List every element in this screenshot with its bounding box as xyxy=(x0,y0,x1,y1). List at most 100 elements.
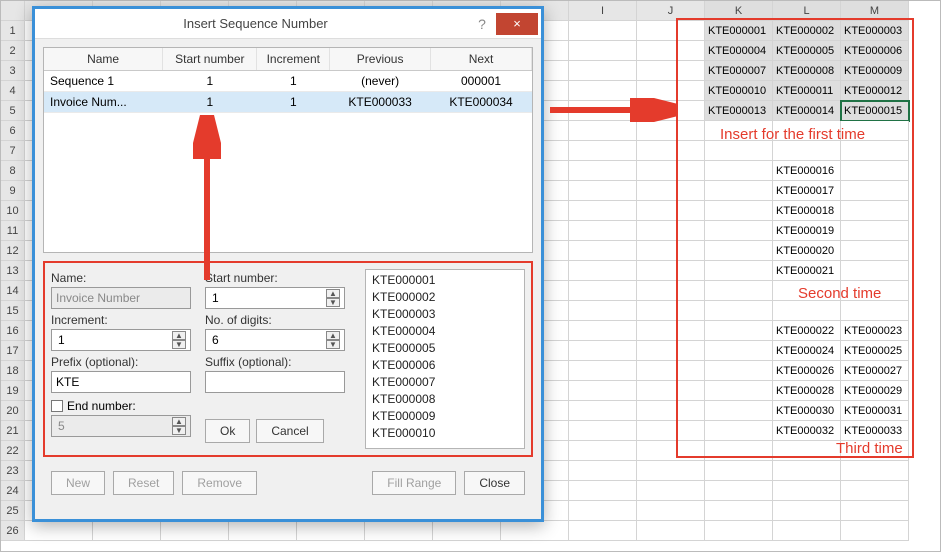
grid-cell[interactable]: KTE000027 xyxy=(841,361,909,381)
grid-cell[interactable] xyxy=(705,161,773,181)
grid-cell[interactable] xyxy=(773,121,841,141)
grid-cell[interactable]: KTE000018 xyxy=(773,201,841,221)
cancel-button[interactable]: Cancel xyxy=(256,419,323,443)
grid-cell[interactable]: KTE000011 xyxy=(773,81,841,101)
chevron-up-icon[interactable]: ▲ xyxy=(326,331,340,340)
grid-cell[interactable] xyxy=(569,161,637,181)
grid-cell[interactable] xyxy=(637,281,705,301)
new-button[interactable]: New xyxy=(51,471,105,495)
grid-cell[interactable] xyxy=(569,201,637,221)
grid-cell[interactable] xyxy=(297,521,365,541)
grid-cell[interactable] xyxy=(569,21,637,41)
grid-cell[interactable] xyxy=(637,201,705,221)
grid-cell[interactable] xyxy=(637,441,705,461)
row-header[interactable]: 21 xyxy=(1,421,25,441)
prefix-field[interactable] xyxy=(51,371,191,393)
name-field[interactable] xyxy=(51,287,191,309)
grid-cell[interactable] xyxy=(773,461,841,481)
grid-cell[interactable]: KTE000014 xyxy=(773,101,841,121)
grid-cell[interactable] xyxy=(637,141,705,161)
column-header[interactable]: Name xyxy=(44,48,163,71)
grid-cell[interactable]: KTE000017 xyxy=(773,181,841,201)
grid-cell[interactable] xyxy=(637,261,705,281)
grid-cell[interactable] xyxy=(569,361,637,381)
grid-cell[interactable] xyxy=(841,161,909,181)
grid-cell[interactable] xyxy=(25,521,93,541)
grid-cell[interactable] xyxy=(637,161,705,181)
row-header[interactable]: 18 xyxy=(1,361,25,381)
grid-cell[interactable] xyxy=(705,241,773,261)
chevron-down-icon[interactable]: ▼ xyxy=(172,340,186,349)
column-header[interactable]: Start number xyxy=(163,48,257,71)
suffix-field[interactable] xyxy=(205,371,345,393)
grid-cell[interactable] xyxy=(841,221,909,241)
row-header[interactable]: 11 xyxy=(1,221,25,241)
grid-cell[interactable] xyxy=(637,181,705,201)
row-header[interactable]: 9 xyxy=(1,181,25,201)
row-header[interactable]: 14 xyxy=(1,281,25,301)
start-number-stepper[interactable]: ▲▼ xyxy=(205,287,345,309)
grid-cell[interactable] xyxy=(569,141,637,161)
grid-cell[interactable] xyxy=(841,141,909,161)
grid-cell[interactable] xyxy=(637,461,705,481)
grid-cell[interactable] xyxy=(637,421,705,441)
grid-cell[interactable] xyxy=(841,481,909,501)
grid-cell[interactable]: KTE000010 xyxy=(705,81,773,101)
grid-cell[interactable] xyxy=(569,101,637,121)
grid-cell[interactable]: KTE000006 xyxy=(841,41,909,61)
column-header[interactable]: I xyxy=(569,1,637,21)
chevron-down-icon[interactable]: ▼ xyxy=(326,298,340,307)
grid-cell[interactable] xyxy=(705,301,773,321)
grid-cell[interactable] xyxy=(773,441,841,461)
grid-cell[interactable] xyxy=(705,121,773,141)
row-header[interactable]: 4 xyxy=(1,81,25,101)
grid-cell[interactable] xyxy=(93,521,161,541)
grid-cell[interactable] xyxy=(637,521,705,541)
row-header[interactable]: 2 xyxy=(1,41,25,61)
row-header[interactable]: 23 xyxy=(1,461,25,481)
grid-cell[interactable] xyxy=(569,121,637,141)
grid-cell[interactable] xyxy=(569,281,637,301)
grid-cell[interactable]: KTE000033 xyxy=(841,421,909,441)
grid-cell[interactable] xyxy=(637,401,705,421)
grid-cell[interactable] xyxy=(637,341,705,361)
grid-cell[interactable] xyxy=(773,141,841,161)
grid-cell[interactable] xyxy=(705,181,773,201)
grid-cell[interactable] xyxy=(705,401,773,421)
grid-cell[interactable] xyxy=(569,321,637,341)
grid-cell[interactable] xyxy=(705,281,773,301)
grid-cell[interactable] xyxy=(705,521,773,541)
row-header[interactable]: 12 xyxy=(1,241,25,261)
grid-cell[interactable]: KTE000024 xyxy=(773,341,841,361)
grid-cell[interactable] xyxy=(773,281,841,301)
grid-cell[interactable] xyxy=(637,21,705,41)
grid-cell[interactable]: KTE000015 xyxy=(841,101,909,121)
row-header[interactable]: 16 xyxy=(1,321,25,341)
table-row[interactable]: Sequence 111(never)000001 xyxy=(44,71,532,92)
grid-cell[interactable] xyxy=(841,301,909,321)
grid-cell[interactable]: KTE000016 xyxy=(773,161,841,181)
grid-cell[interactable]: KTE000026 xyxy=(773,361,841,381)
column-header[interactable]: K xyxy=(705,1,773,21)
grid-cell[interactable] xyxy=(841,461,909,481)
row-header[interactable]: 3 xyxy=(1,61,25,81)
row-header[interactable]: 13 xyxy=(1,261,25,281)
grid-cell[interactable]: KTE000021 xyxy=(773,261,841,281)
grid-cell[interactable] xyxy=(637,241,705,261)
remove-button[interactable]: Remove xyxy=(182,471,257,495)
row-header[interactable]: 10 xyxy=(1,201,25,221)
grid-cell[interactable] xyxy=(229,521,297,541)
grid-cell[interactable] xyxy=(569,461,637,481)
increment-stepper[interactable]: ▲▼ xyxy=(51,329,191,351)
row-header[interactable]: 17 xyxy=(1,341,25,361)
grid-cell[interactable]: KTE000012 xyxy=(841,81,909,101)
grid-cell[interactable]: KTE000008 xyxy=(773,61,841,81)
grid-cell[interactable] xyxy=(841,181,909,201)
column-header[interactable]: Previous xyxy=(330,48,431,71)
grid-cell[interactable] xyxy=(705,361,773,381)
grid-cell[interactable] xyxy=(637,501,705,521)
grid-cell[interactable]: KTE000001 xyxy=(705,21,773,41)
grid-cell[interactable] xyxy=(569,501,637,521)
grid-cell[interactable] xyxy=(569,341,637,361)
grid-cell[interactable] xyxy=(569,521,637,541)
